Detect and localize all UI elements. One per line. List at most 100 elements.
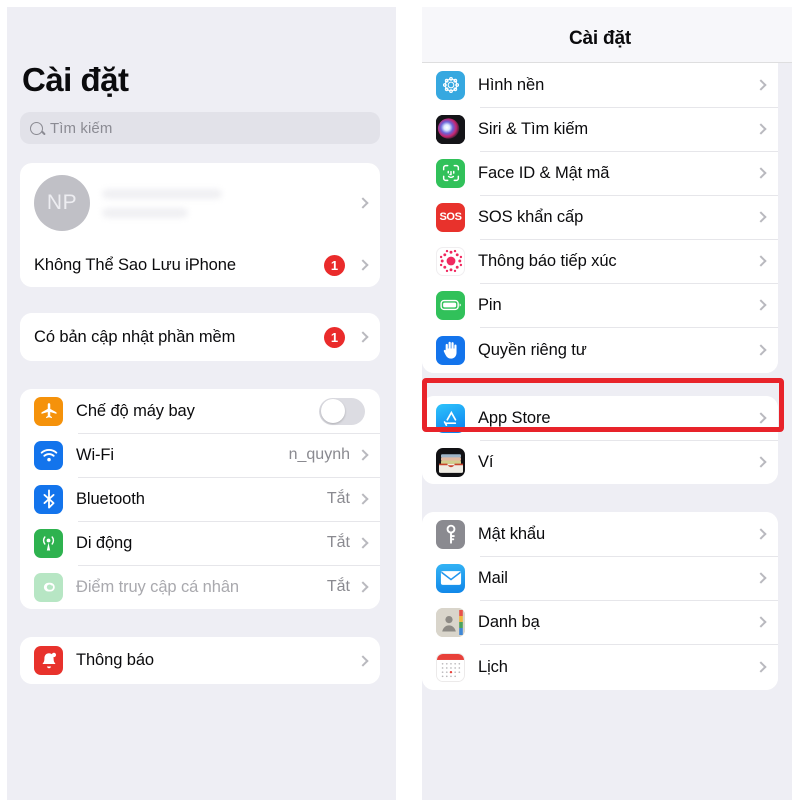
row-label: Hình nền (478, 75, 545, 94)
row-label: Mail (478, 568, 508, 587)
row-passwords[interactable]: Mật khẩu (422, 512, 778, 556)
chevron-right-icon (755, 456, 767, 468)
row-siri-search[interactable]: Siri & Tìm kiếm (422, 107, 778, 151)
hotspot-state-value: Tắt (326, 578, 350, 596)
chevron-right-icon (755, 572, 767, 584)
row-wallet[interactable]: Ví (422, 440, 778, 484)
row-contacts[interactable]: Danh bạ (422, 600, 778, 644)
row-label: Điểm truy cập cá nhân (76, 577, 239, 596)
sos-icon: SOS (436, 202, 465, 232)
wifi-icon (34, 440, 63, 470)
chevron-right-icon (755, 255, 767, 267)
software-update-card: Có bản cập nhật phần mềm 1 (20, 313, 380, 362)
bluetooth-state-value: Tắt (326, 490, 350, 508)
row-personal-hotspot[interactable]: Điểm truy cập cá nhân Tắt (20, 565, 380, 610)
row-calendar[interactable]: Lịch (422, 644, 778, 690)
row-exposure-notifications[interactable]: Thông báo tiếp xúc (422, 239, 778, 283)
cellular-state-value: Tắt (326, 534, 350, 552)
faceid-icon (436, 158, 465, 188)
siri-icon (436, 114, 465, 144)
row-label: Bluetooth (76, 489, 145, 508)
row-label: Di động (76, 533, 133, 552)
chevron-right-icon (755, 211, 767, 223)
navigation-bar: Cài đặt (400, 0, 800, 63)
chevron-right-icon (755, 167, 767, 179)
page-title: Cài đặt (22, 61, 129, 98)
row-label: Lịch (478, 657, 508, 676)
search-input[interactable]: Tìm kiếm (20, 112, 380, 145)
status-badge: 1 (324, 254, 345, 276)
row-cellular[interactable]: Di động Tắt (20, 521, 380, 566)
battery-icon (436, 290, 465, 320)
row-label: Thông báo tiếp xúc (478, 251, 617, 270)
bluetooth-icon (34, 484, 63, 514)
bell-icon (34, 646, 63, 676)
row-label: Chế độ máy bay (76, 401, 195, 420)
airplane-icon (34, 396, 63, 426)
hotspot-icon (34, 572, 63, 602)
chevron-right-icon (357, 537, 369, 549)
row-bluetooth[interactable]: Bluetooth Tắt (20, 477, 380, 522)
chevron-right-icon (755, 616, 767, 628)
row-airplane-mode[interactable]: Chế độ máy bay (20, 389, 380, 434)
wallet-icon (436, 447, 465, 477)
row-app-store[interactable]: App Store (422, 396, 778, 440)
row-notifications[interactable]: Thông báo (20, 637, 380, 685)
chevron-right-icon (755, 299, 767, 311)
privacy-hand-icon (436, 335, 465, 365)
row-privacy[interactable]: Quyền riêng tư (422, 327, 778, 373)
chevron-right-icon (755, 79, 767, 91)
search-placeholder: Tìm kiếm (50, 119, 113, 137)
exposure-notification-icon (436, 246, 465, 276)
chevron-right-icon (755, 528, 767, 540)
system-settings-group: Hình nền Siri & Tìm kiếm Face ID & Mật m… (422, 63, 778, 373)
row-backup-failed[interactable]: Không Thể Sao Lưu iPhone 1 (20, 243, 380, 288)
left-settings-panel: Cài đặt Tìm kiếm NP Không Thể Sao Lưu iP… (0, 0, 400, 800)
row-wallpaper[interactable]: Hình nền (422, 63, 778, 107)
row-label: Face ID & Mật mã (478, 163, 610, 182)
store-settings-group: App Store Ví (422, 396, 778, 484)
row-label: Ví (478, 452, 494, 471)
mail-icon (436, 563, 465, 593)
status-badge: 1 (324, 326, 345, 348)
row-faceid-passcode[interactable]: Face ID & Mật mã (422, 151, 778, 195)
row-mail[interactable]: Mail (422, 556, 778, 600)
screenshot-root: Cài đặt Tìm kiếm NP Không Thể Sao Lưu iP… (0, 0, 800, 800)
row-label: Có bản cập nhật phần mềm (34, 327, 236, 346)
account-card: NP Không Thể Sao Lưu iPhone 1 (20, 163, 380, 288)
row-emergency-sos[interactable]: SOS SOS khẩn cấp (422, 195, 778, 239)
apps-settings-group: Mật khẩu Mail Danh bạ Lịch (422, 512, 778, 690)
app-store-icon (436, 403, 465, 433)
row-label: App Store (478, 408, 551, 427)
right-settings-panel: Cài đặt Hình nền Siri & Tìm kiếm Face ID… (400, 0, 800, 800)
cellular-icon (34, 528, 63, 558)
row-label: Pin (478, 295, 502, 314)
chevron-right-icon (357, 449, 369, 461)
key-icon (436, 519, 465, 549)
panel-divider (396, 0, 422, 800)
row-label: Không Thể Sao Lưu iPhone (34, 255, 236, 274)
row-battery[interactable]: Pin (422, 283, 778, 327)
redacted-subtitle-line (102, 207, 188, 218)
chevron-right-icon (755, 123, 767, 135)
apple-id-row[interactable]: NP (20, 163, 380, 243)
row-label: Wi-Fi (76, 445, 114, 464)
calendar-icon (436, 652, 465, 682)
chevron-right-icon (755, 344, 767, 356)
top-page-margin (0, 0, 800, 7)
redacted-name-line (102, 188, 222, 199)
avatar: NP (34, 175, 90, 232)
wallpaper-icon (436, 70, 465, 100)
chevron-right-icon (357, 197, 369, 209)
chevron-right-icon (357, 493, 369, 505)
row-label: Mật khẩu (478, 524, 546, 543)
right-page-margin (792, 0, 800, 800)
left-page-margin (0, 0, 7, 800)
row-software-update[interactable]: Có bản cập nhật phần mềm 1 (20, 313, 380, 362)
chevron-right-icon (357, 331, 369, 343)
row-label: Danh bạ (478, 612, 540, 631)
row-wifi[interactable]: Wi-Fi n_quynh (20, 433, 380, 478)
notifications-card: Thông báo (20, 637, 380, 685)
airplane-mode-toggle[interactable] (319, 397, 365, 425)
wifi-network-value: n_quynh (288, 446, 350, 464)
